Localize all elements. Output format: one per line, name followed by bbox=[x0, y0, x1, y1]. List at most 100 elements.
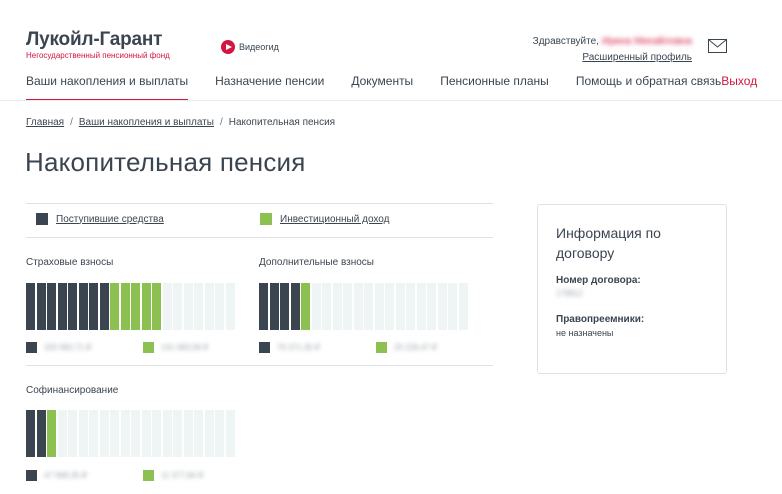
bar-segment-dark bbox=[78, 283, 88, 330]
bar-segment-dark bbox=[26, 410, 35, 457]
bar-segment-empty bbox=[57, 410, 67, 457]
divider bbox=[26, 365, 493, 366]
additional-chart-title: Дополнительные взносы bbox=[259, 257, 374, 268]
received-swatch bbox=[26, 470, 37, 481]
play-icon bbox=[221, 40, 235, 54]
bar-segment-empty bbox=[131, 410, 140, 457]
legend-received[interactable]: Поступившие средства bbox=[36, 213, 164, 225]
bar-segment-empty bbox=[120, 410, 130, 457]
logo[interactable]: Лукойл-Гарант Негосударственный пенсионн… bbox=[26, 30, 170, 61]
bar-segment-empty bbox=[183, 410, 193, 457]
insurance-received-amount: 320 982,71 ₽ bbox=[44, 343, 92, 352]
cofinancing-chart-title: Софинансирование bbox=[26, 385, 119, 396]
bar-segment-empty bbox=[215, 410, 224, 457]
nav-item-savings[interactable]: Ваши накопления и выплаты bbox=[26, 74, 189, 101]
mail-icon[interactable] bbox=[708, 39, 727, 53]
bar-segment-empty bbox=[78, 410, 88, 457]
bar-segment-dark bbox=[259, 283, 268, 330]
bar-segment-dark bbox=[26, 283, 35, 330]
bar-segment-dark bbox=[269, 283, 279, 330]
bar-segment-dark bbox=[290, 283, 300, 330]
divider bbox=[26, 203, 493, 204]
received-swatch bbox=[259, 342, 270, 353]
additional-bar-chart bbox=[259, 283, 469, 330]
bar-segment-dark bbox=[36, 283, 46, 330]
bar-segment-dark bbox=[99, 283, 109, 330]
bar-segment-dark bbox=[89, 283, 98, 330]
bar-segment-empty bbox=[448, 283, 457, 330]
bar-segment-empty bbox=[68, 410, 77, 457]
bar-segment-green bbox=[47, 410, 56, 457]
user-greeting: Здравствуйте, Ирина Михайловна Расширенны… bbox=[533, 34, 692, 66]
legend-income-swatch bbox=[260, 213, 272, 225]
bar-segment-empty bbox=[194, 283, 203, 330]
bar-segment-green bbox=[141, 283, 151, 330]
additional-income-value: 20 226,47 ₽ bbox=[376, 342, 437, 353]
bar-segment-dark bbox=[57, 283, 67, 330]
successors-label: Правопреемники: bbox=[556, 314, 645, 325]
income-swatch bbox=[143, 342, 154, 353]
bar-segment-dark bbox=[280, 283, 289, 330]
bar-segment-green bbox=[152, 283, 161, 330]
insurance-income-amount: 141 083,08 ₽ bbox=[161, 343, 209, 352]
additional-income-amount: 20 226,47 ₽ bbox=[394, 343, 437, 352]
bar-segment-empty bbox=[374, 283, 384, 330]
bar-segment-empty bbox=[332, 283, 342, 330]
nav-item-help[interactable]: Помощь и обратная связь bbox=[576, 74, 721, 101]
bar-segment-empty bbox=[162, 283, 172, 330]
extended-profile-link[interactable]: Расширенный профиль bbox=[582, 52, 692, 63]
nav-item-pension-assignment[interactable]: Назначение пенсии bbox=[215, 74, 324, 101]
breadcrumb-current: Накопительная пенсия bbox=[228, 117, 336, 128]
insurance-income-value: 141 083,08 ₽ bbox=[143, 342, 208, 353]
bar-segment-green bbox=[120, 283, 130, 330]
logo-subtitle: Негосударственный пенсионный фонд bbox=[26, 51, 170, 60]
insurance-chart-title: Страховые взносы bbox=[26, 257, 114, 268]
bar-segment-empty bbox=[162, 410, 172, 457]
contract-number-label: Номер договора: bbox=[556, 275, 641, 286]
divider bbox=[26, 237, 493, 238]
nav-item-pension-plans[interactable]: Пенсионные планы bbox=[440, 74, 549, 101]
bar-segment-empty bbox=[152, 410, 161, 457]
contract-number-value: 179812 bbox=[556, 289, 583, 298]
successors-value: не назначены bbox=[556, 328, 614, 338]
user-name: Ирина Михайловна bbox=[601, 36, 692, 47]
breadcrumb-section[interactable]: Ваши накопления и выплаты bbox=[79, 117, 214, 128]
legend-received-label: Поступившие средства bbox=[56, 213, 164, 225]
bar-segment-empty bbox=[215, 283, 224, 330]
bar-segment-empty bbox=[141, 410, 151, 457]
main-nav: Ваши накопления и выплаты Назначение пен… bbox=[26, 74, 757, 101]
bar-segment-empty bbox=[225, 283, 235, 330]
cofinancing-received-amount: 47 968,35 ₽ bbox=[44, 471, 87, 480]
bar-segment-empty bbox=[99, 410, 109, 457]
logout-link[interactable]: Выход bbox=[721, 74, 757, 101]
bar-segment-empty bbox=[343, 283, 352, 330]
bar-segment-empty bbox=[173, 410, 182, 457]
income-swatch bbox=[376, 342, 387, 353]
legend-income[interactable]: Инвестиционный доход bbox=[260, 213, 389, 225]
bar-segment-empty bbox=[204, 283, 214, 330]
nav-item-documents[interactable]: Документы bbox=[351, 74, 413, 101]
video-guide-label: Видеогид bbox=[239, 42, 279, 52]
bar-segment-green bbox=[131, 283, 140, 330]
video-guide-link[interactable]: Видеогид bbox=[221, 40, 279, 54]
bar-segment-empty bbox=[89, 410, 98, 457]
logo-title: Лукойл-Гарант bbox=[26, 29, 163, 50]
insurance-bar-chart bbox=[26, 283, 236, 330]
bar-segment-empty bbox=[364, 283, 373, 330]
bar-segment-empty bbox=[437, 283, 447, 330]
bar-segment-empty bbox=[458, 283, 468, 330]
cofinancing-bar-chart bbox=[26, 410, 236, 457]
greeting-prefix: Здравствуйте, bbox=[532, 36, 599, 47]
bar-segment-empty bbox=[173, 283, 182, 330]
bar-segment-empty bbox=[427, 283, 436, 330]
breadcrumb-separator: / bbox=[70, 117, 73, 128]
breadcrumb-home[interactable]: Главная bbox=[26, 117, 64, 128]
legend-received-swatch bbox=[36, 213, 48, 225]
bar-segment-empty bbox=[311, 283, 321, 330]
bar-segment-green bbox=[110, 283, 119, 330]
breadcrumb: Главная / Ваши накопления и выплаты / На… bbox=[26, 117, 335, 128]
bar-segment-green bbox=[301, 283, 310, 330]
cofinancing-received-value: 47 968,35 ₽ bbox=[26, 470, 87, 481]
bar-segment-dark bbox=[36, 410, 46, 457]
bar-segment-empty bbox=[110, 410, 119, 457]
